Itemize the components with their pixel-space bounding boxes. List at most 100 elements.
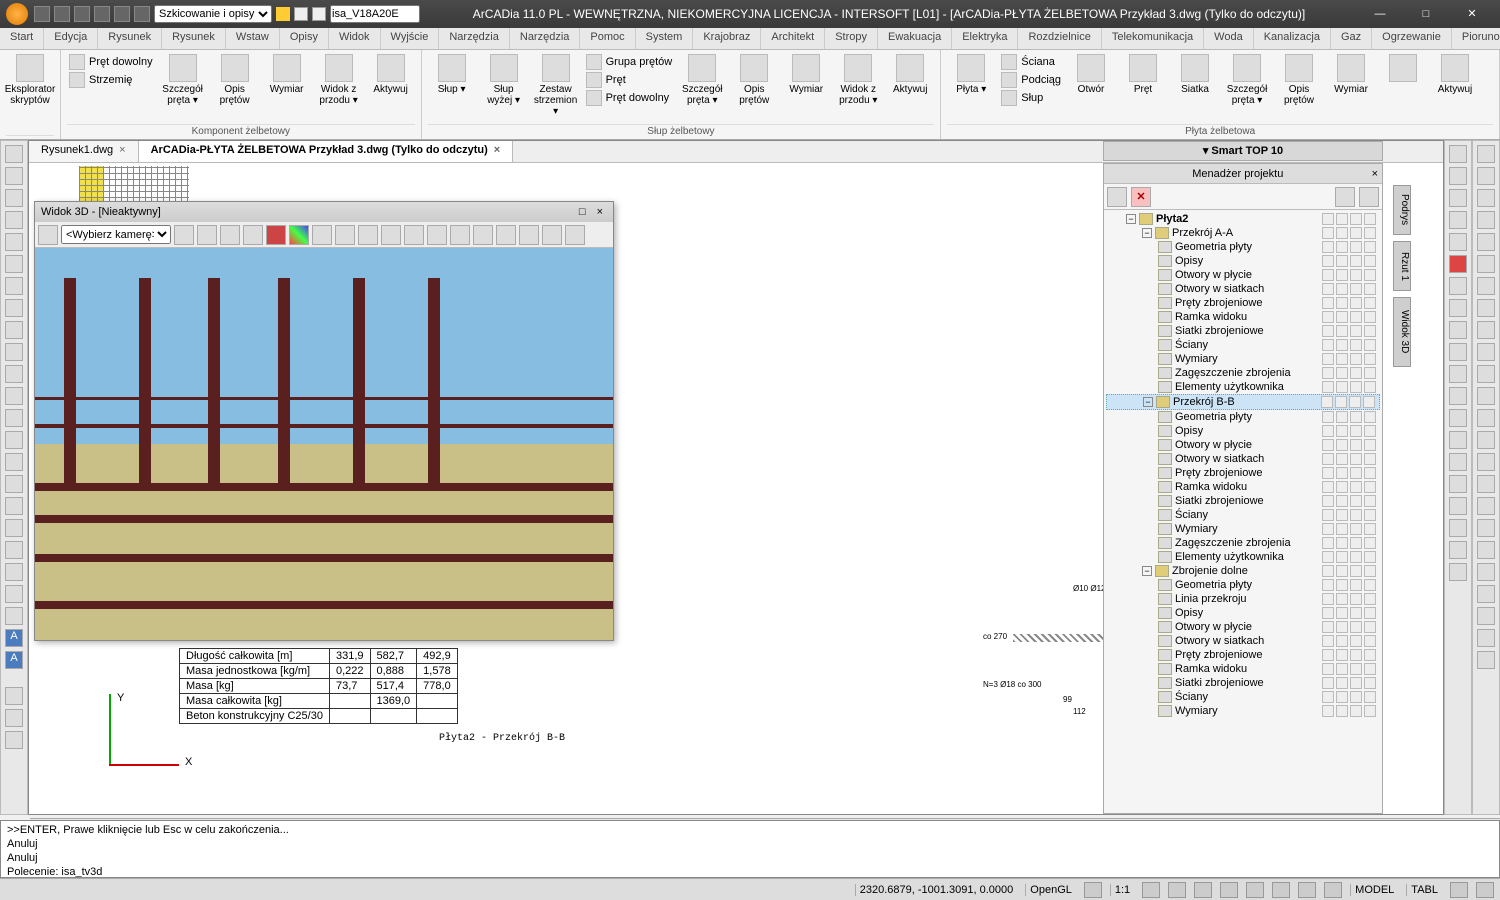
visibility-icon[interactable] <box>1322 255 1334 267</box>
print-icon[interactable] <box>1350 537 1362 549</box>
revcloud-tool-icon[interactable] <box>5 431 23 449</box>
rt-cube-icon[interactable] <box>1449 167 1467 185</box>
print-icon[interactable] <box>1350 621 1362 633</box>
checkbox[interactable] <box>1364 509 1376 521</box>
walk-icon[interactable] <box>312 225 332 245</box>
lock-icon[interactable] <box>1336 523 1348 535</box>
grupa-pretow-button[interactable]: Grupa prętów <box>586 54 673 70</box>
tree-item[interactable]: Pręty zbrojeniowe <box>1106 296 1380 310</box>
visibility-icon[interactable] <box>1322 691 1334 703</box>
rt-tool-icon[interactable] <box>1449 409 1467 427</box>
checkbox[interactable] <box>1364 481 1376 493</box>
tree-section[interactable]: −Przekrój A-A <box>1106 226 1380 240</box>
visibility-icon[interactable] <box>1322 495 1334 507</box>
ribbon-tab[interactable]: Opisy <box>280 28 329 49</box>
checkbox[interactable] <box>1364 367 1376 379</box>
print-icon[interactable] <box>1350 269 1362 281</box>
sb-icon[interactable] <box>1272 882 1290 898</box>
print-icon[interactable] <box>1350 495 1362 507</box>
visibility-icon[interactable] <box>1322 411 1334 423</box>
print-icon[interactable] <box>1350 411 1362 423</box>
text-a-tool-icon[interactable]: A <box>5 629 23 647</box>
rect-tool-icon[interactable] <box>5 277 23 295</box>
trace-tool-icon[interactable] <box>5 563 23 581</box>
widok3d-tab[interactable]: Widok 3D <box>1393 297 1411 367</box>
tree-item[interactable]: Opisy <box>1106 606 1380 620</box>
checkbox[interactable] <box>1364 283 1376 295</box>
ribbon-tab[interactable]: System <box>636 28 694 49</box>
rt-grid-icon[interactable] <box>1449 321 1467 339</box>
lock-icon[interactable] <box>1336 551 1348 563</box>
region-tool-icon[interactable] <box>5 365 23 383</box>
extra-button[interactable] <box>1379 52 1427 86</box>
print-icon[interactable] <box>1350 255 1362 267</box>
szczegol-preta-button[interactable]: Szczegół pręta ▾ <box>1223 52 1271 108</box>
rt2-a-icon[interactable] <box>1477 145 1495 163</box>
tabl-label[interactable]: TABL <box>1406 884 1442 896</box>
save-icon[interactable] <box>381 225 401 245</box>
tree-item[interactable]: Otwory w płycie <box>1106 620 1380 634</box>
fly-icon[interactable] <box>335 225 355 245</box>
tree-section[interactable]: −Przekrój B-B <box>1106 394 1380 410</box>
qat-new-icon[interactable] <box>34 6 50 22</box>
rt-layer-icon[interactable] <box>1449 277 1467 295</box>
close-tab-icon[interactable]: × <box>119 144 125 156</box>
rt-tool2-icon[interactable] <box>1449 431 1467 449</box>
print-icon[interactable] <box>1350 381 1362 393</box>
visibility-icon[interactable] <box>1322 339 1334 351</box>
doc-tab[interactable]: ArCADia-PŁYTA ŻELBETOWA Przykład 3.dwg (… <box>139 141 514 162</box>
camera-select[interactable]: <Wybierz kamerę> <box>61 225 171 244</box>
lock-icon[interactable] <box>1336 677 1348 689</box>
ribbon-tab[interactable]: Piorunochrony <box>1452 28 1500 49</box>
rt-pipe-icon[interactable] <box>1449 211 1467 229</box>
tree-item[interactable]: Ramka widoku <box>1106 662 1380 676</box>
view3d-close-icon[interactable]: × <box>593 206 607 218</box>
rt2-x-icon[interactable] <box>1477 651 1495 669</box>
lock-icon[interactable] <box>1336 621 1348 633</box>
print-icon[interactable] <box>1350 579 1362 591</box>
rt2-t-icon[interactable] <box>1477 563 1495 581</box>
rt-cone-icon[interactable] <box>1449 233 1467 251</box>
print-icon[interactable] <box>1350 227 1362 239</box>
rt2-l-icon[interactable] <box>1477 387 1495 405</box>
rt2-o-icon[interactable] <box>1477 453 1495 471</box>
ribbon-tab[interactable]: Kanalizacja <box>1254 28 1331 49</box>
print-icon[interactable] <box>1350 439 1362 451</box>
point-tool-icon[interactable] <box>5 321 23 339</box>
visibility-icon[interactable] <box>1322 425 1334 437</box>
rt2-n-icon[interactable] <box>1477 431 1495 449</box>
circle-tool-icon[interactable] <box>5 211 23 229</box>
lock-icon[interactable] <box>1335 396 1347 408</box>
refresh-icon[interactable] <box>174 225 194 245</box>
layers-icon[interactable] <box>427 225 447 245</box>
project-tree[interactable]: −Płyta2−Przekrój A-AGeometria płytyOpisy… <box>1104 210 1382 813</box>
panel-close-icon[interactable]: × <box>1372 164 1382 184</box>
tree-item[interactable]: Opisy <box>1106 424 1380 438</box>
qat-redo-icon[interactable] <box>134 6 150 22</box>
checkbox[interactable] <box>1364 339 1376 351</box>
ribbon-tab[interactable]: Start <box>0 28 44 49</box>
perspective-icon[interactable] <box>220 225 240 245</box>
sb-icon[interactable] <box>1168 882 1186 898</box>
checkbox[interactable] <box>1364 621 1376 633</box>
tree-item[interactable]: Pręty zbrojeniowe <box>1106 648 1380 662</box>
lock-icon[interactable] <box>1336 213 1348 225</box>
maximize-button[interactable]: □ <box>1404 4 1448 24</box>
view3d-max-icon[interactable]: □ <box>575 206 590 218</box>
visibility-icon[interactable] <box>1322 325 1334 337</box>
mline-tool-icon[interactable] <box>5 541 23 559</box>
lock-icon[interactable] <box>1336 691 1348 703</box>
rt2-s-icon[interactable] <box>1477 541 1495 559</box>
print-icon[interactable] <box>1350 367 1362 379</box>
lock-icon[interactable] <box>1336 467 1348 479</box>
checkbox[interactable] <box>1364 551 1376 563</box>
lock-icon[interactable] <box>1336 353 1348 365</box>
tree-item[interactable]: Elementy użytkownika <box>1106 380 1380 394</box>
zoom-tool-icon[interactable] <box>5 709 23 727</box>
visibility-icon[interactable] <box>1322 621 1334 633</box>
rt2-j-icon[interactable] <box>1477 343 1495 361</box>
lock-icon[interactable] <box>1336 283 1348 295</box>
visibility-icon[interactable] <box>1322 481 1334 493</box>
print-icon[interactable] <box>1350 509 1362 521</box>
ribbon-tab[interactable]: Edycja <box>44 28 98 49</box>
